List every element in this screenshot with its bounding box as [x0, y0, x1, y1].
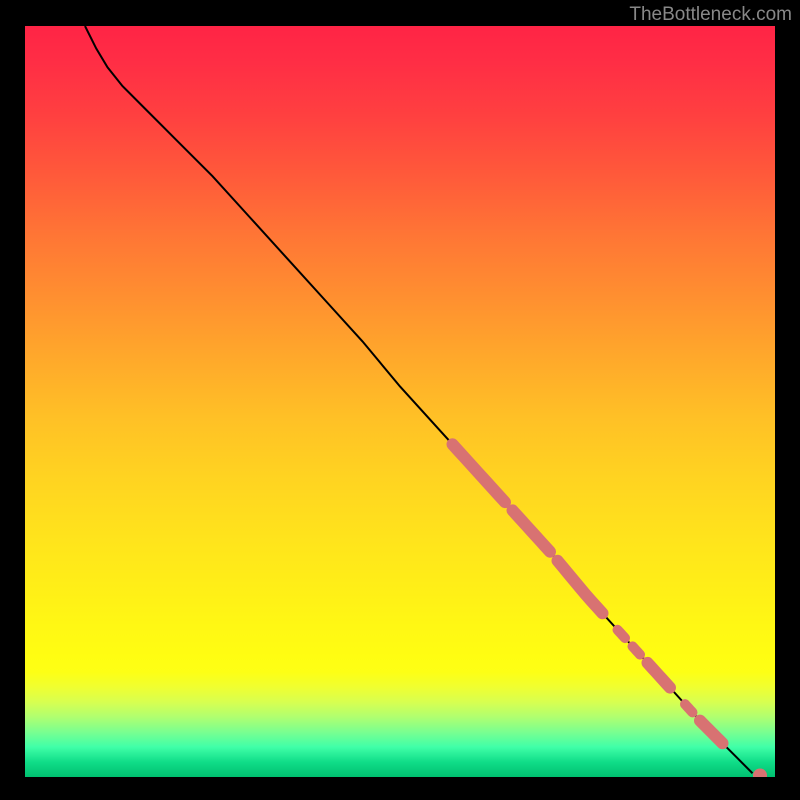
highlight-segment: [513, 510, 551, 551]
highlight-segment: [700, 721, 723, 744]
watermark-text: TheBottleneck.com: [629, 4, 792, 26]
highlight-segment: [648, 663, 671, 688]
chart-plot-area: [25, 26, 775, 777]
chart-svg: [25, 26, 775, 777]
highlight-segment: [453, 444, 506, 502]
end-point-marker: [753, 769, 767, 778]
highlight-segment: [685, 704, 693, 712]
highlight-segment: [558, 561, 603, 614]
highlight-segment: [618, 630, 626, 638]
highlight-segment: [633, 646, 641, 654]
highlighted-segments: [453, 444, 723, 743]
